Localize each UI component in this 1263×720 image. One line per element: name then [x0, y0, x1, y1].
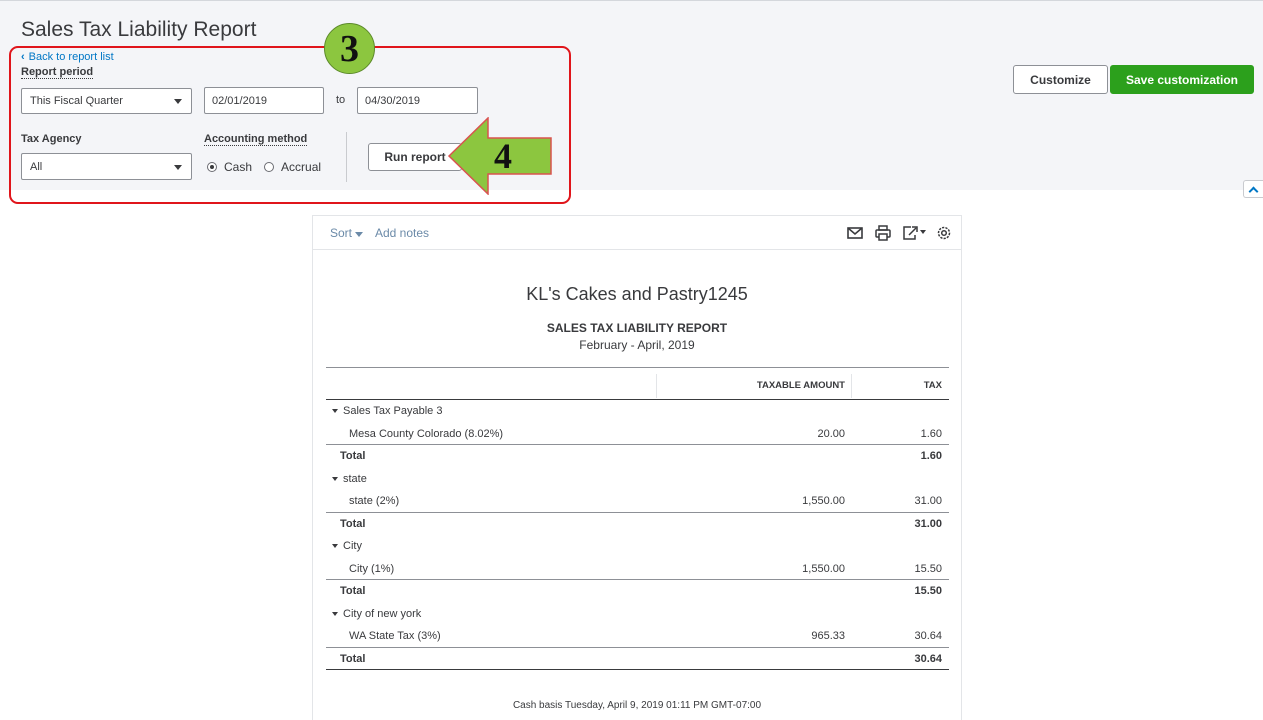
print-icon[interactable]	[874, 224, 892, 242]
taxable-amount-cell[interactable]: 965.33	[811, 630, 845, 642]
annotation-step-4-label: 4	[494, 136, 512, 176]
export-icon[interactable]	[901, 224, 927, 242]
row-label-text: Mesa County Colorado (8.02%)	[349, 427, 504, 440]
table-total-row: Total 1.60	[326, 445, 949, 468]
row-label-text: state	[343, 472, 367, 485]
expand-caret-icon[interactable]	[332, 476, 338, 481]
expand-caret-icon[interactable]	[332, 544, 338, 548]
row-label: state (2%)	[349, 495, 399, 507]
chevron-up-icon	[1248, 186, 1259, 196]
report-footer: Cash basis Tuesday, April 9, 2019 01:11 …	[512, 700, 762, 711]
report-table-body: Sales Tax Payable 3 Mesa County Colorado …	[326, 400, 949, 670]
settings-icon[interactable]	[935, 224, 953, 242]
company-name: KL's Cakes and Pastry1245	[526, 284, 748, 304]
table-total-row: Total 30.64	[326, 648, 949, 670]
tax-cell[interactable]: 31.00	[914, 495, 942, 507]
sort-dropdown[interactable]: Sort	[330, 226, 364, 240]
table-row: WA State Tax (3%) 965.33 30.64	[326, 625, 949, 648]
row-label: Mesa County Colorado (8.02%)	[349, 428, 503, 440]
expand-caret-icon[interactable]	[332, 611, 338, 616]
table-group-row[interactable]: City of new york	[326, 603, 949, 626]
row-label: City of new york	[332, 608, 421, 620]
add-notes-link[interactable]: Add notes	[375, 226, 429, 240]
report-heading: SALES TAX LIABILITY REPORT	[546, 321, 728, 335]
row-label: Total	[340, 585, 365, 597]
row-label: Sales Tax Payable 3	[332, 405, 442, 417]
email-icon[interactable]	[846, 224, 864, 242]
tax-cell[interactable]: 15.50	[914, 563, 942, 575]
row-label-text: Sales Tax Payable 3	[343, 405, 443, 417]
row-label-text: City of new york	[343, 607, 422, 620]
row-label-text: WA State Tax (3%)	[349, 630, 441, 642]
report-toolbar: Sort Add notes	[313, 216, 961, 250]
row-label: Total	[340, 518, 365, 530]
table-group-row[interactable]: state	[326, 468, 949, 491]
annotation-step-3-badge: 3	[324, 23, 375, 74]
row-label: Total	[340, 653, 365, 665]
caret-down-icon	[355, 231, 364, 237]
taxable-amount-cell[interactable]: 1,550.00	[802, 563, 845, 575]
column-divider	[851, 374, 852, 398]
tax-cell[interactable]: 1.60	[921, 428, 942, 440]
customize-button[interactable]: Customize	[1013, 65, 1108, 94]
table-row: state (2%) 1,550.00 31.00	[326, 490, 949, 513]
report-table-header: TAXABLE AMOUNT TAX	[326, 367, 949, 400]
save-customization-button[interactable]: Save customization	[1110, 65, 1254, 94]
report-table: TAXABLE AMOUNT TAX Sales Tax Payable 3 Me…	[326, 367, 949, 670]
taxable-amount-cell[interactable]: 1,550.00	[802, 495, 845, 507]
page-title: Sales Tax Liability Report	[21, 18, 257, 41]
report-card: Sort Add notes KL's Cakes and Pastry1245…	[312, 215, 962, 720]
row-label-text: Total	[340, 585, 366, 597]
tax-cell[interactable]: 1.60	[921, 450, 942, 462]
table-row: City (1%) 1,550.00 15.50	[326, 558, 949, 580]
table-row: Mesa County Colorado (8.02%) 20.00 1.60	[326, 423, 949, 445]
row-label: state	[332, 473, 367, 485]
row-label-text: state (2%)	[349, 495, 400, 507]
row-label: Total	[340, 450, 365, 462]
taxable-amount-cell[interactable]: 20.00	[817, 428, 845, 440]
tax-cell[interactable]: 31.00	[914, 518, 942, 530]
row-label-text: Total	[340, 517, 366, 530]
collapse-panel-button[interactable]	[1243, 180, 1263, 198]
row-label-text: Total	[340, 450, 366, 462]
row-label: City	[332, 540, 362, 552]
row-label: WA State Tax (3%)	[349, 630, 441, 642]
row-label: City (1%)	[349, 563, 394, 575]
column-header-taxable-amount[interactable]: TAXABLE AMOUNT	[757, 380, 845, 391]
table-total-row: Total 31.00	[326, 513, 949, 536]
table-group-row[interactable]: City	[326, 535, 949, 558]
table-group-row[interactable]: Sales Tax Payable 3	[326, 400, 949, 423]
tax-cell[interactable]: 30.64	[914, 653, 942, 665]
expand-caret-icon[interactable]	[332, 409, 338, 413]
column-header-tax[interactable]: TAX	[924, 380, 942, 391]
row-label-text: Total	[340, 652, 366, 665]
column-divider	[656, 374, 657, 398]
row-label-text: City	[343, 540, 362, 552]
tax-cell[interactable]: 30.64	[914, 630, 942, 642]
sort-label: Sort	[330, 226, 353, 240]
report-period-text: February - April, 2019	[579, 338, 695, 352]
row-label-text: City (1%)	[349, 562, 395, 575]
table-total-row: Total 15.50	[326, 580, 949, 603]
tax-cell[interactable]: 15.50	[914, 585, 942, 597]
